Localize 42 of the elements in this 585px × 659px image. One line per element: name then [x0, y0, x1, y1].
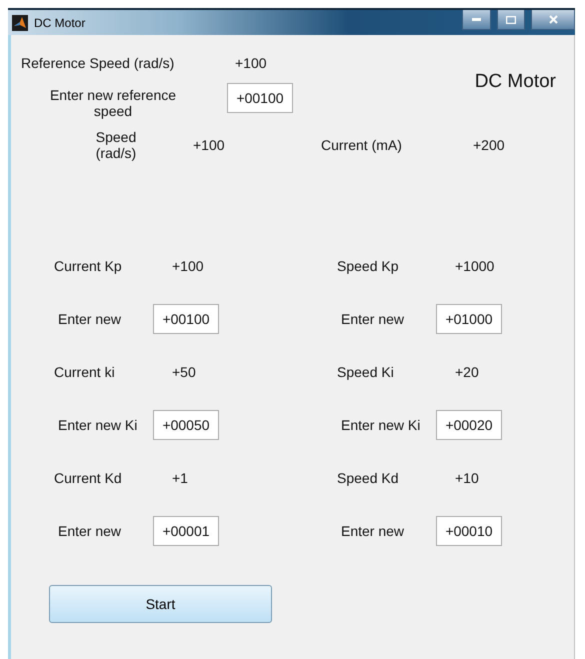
gain-value: +1 [172, 470, 189, 486]
gain-input-field[interactable]: +00010 [436, 516, 502, 546]
app-heading: DC Motor [474, 71, 557, 94]
close-button[interactable] [531, 10, 575, 30]
gain-input-field[interactable]: +00001 [153, 516, 219, 546]
new-reference-label: Enter new reference speed [48, 87, 178, 119]
gain-input-field[interactable]: +00100 [153, 304, 219, 334]
gain-label: Speed Kp [337, 258, 400, 274]
gain-label: Speed Kd [337, 470, 400, 486]
gain-value: +20 [455, 364, 480, 380]
gain-label: Enter new [58, 522, 122, 538]
gain-label: Current Kd [54, 470, 123, 486]
minimize-icon [472, 18, 481, 21]
reference-input-field[interactable]: +00100 [227, 83, 293, 113]
gain-label: Enter new Ki [341, 416, 422, 432]
gain-value: +1000 [455, 258, 496, 274]
reference-speed-label: Reference Speed (rad/s) [21, 55, 176, 71]
readout-label: Speed (rad/s) [94, 129, 138, 161]
gain-label: Current Kp [54, 258, 123, 274]
maximize-button[interactable] [497, 10, 525, 30]
app-logo-icon [12, 14, 28, 30]
minimize-button[interactable] [462, 10, 491, 30]
gain-input-field[interactable]: +00050 [153, 410, 219, 440]
readout-value: +100 [193, 137, 226, 153]
close-icon [548, 15, 558, 24]
gain-label: Enter new Ki [58, 416, 138, 432]
gain-label: Enter new [341, 310, 406, 326]
gain-input-field[interactable]: +00020 [436, 410, 502, 440]
gain-value: +100 [172, 258, 205, 274]
window-title: DC Motor [34, 16, 86, 30]
gain-input-field[interactable]: +01000 [436, 304, 502, 334]
reference-speed-value: +100 [235, 55, 268, 71]
gain-label: Speed Ki [337, 364, 395, 380]
readout-label: Current (mA) [320, 137, 403, 153]
readout-value: +200 [472, 137, 506, 153]
gain-label: Current ki [54, 364, 116, 380]
gain-label: Enter new [341, 522, 406, 538]
start-button[interactable]: Start [49, 585, 272, 623]
gain-label: Enter new [58, 310, 122, 326]
gain-value: +50 [172, 364, 197, 380]
gain-value: +10 [455, 470, 480, 486]
maximize-icon [506, 16, 516, 24]
